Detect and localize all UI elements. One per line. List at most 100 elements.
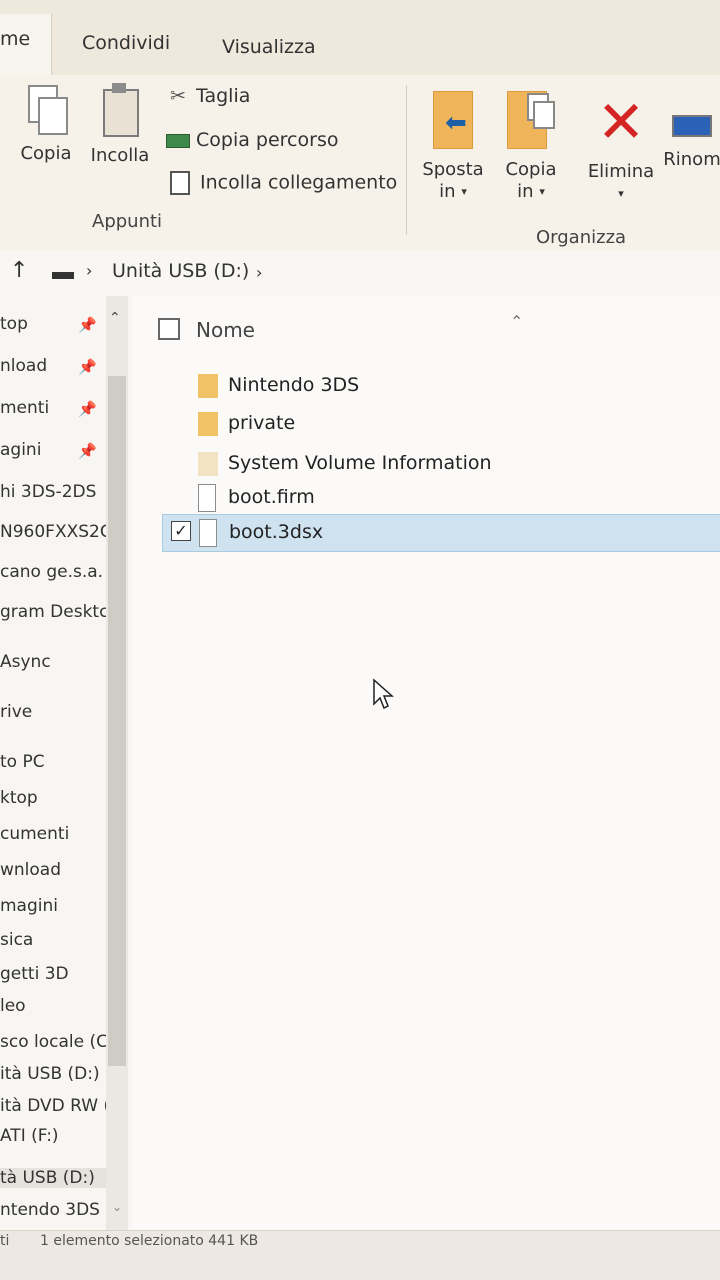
folder-icon	[198, 374, 218, 398]
select-all-checkbox[interactable]	[158, 318, 180, 340]
sort-ascending-icon: ⌃	[510, 312, 524, 331]
tab-share[interactable]: Condividi	[82, 32, 170, 54]
copy-icon	[26, 83, 68, 135]
chevron-down-icon: ▾	[539, 185, 545, 198]
nav-item-pictures-2[interactable]: magini	[0, 896, 108, 916]
nav-item-firmware[interactable]: N960FXXS2C	[0, 522, 108, 542]
chevron-right-icon[interactable]: ›	[256, 263, 262, 282]
paste-label: Incolla	[90, 145, 150, 166]
nav-item-video[interactable]: leo	[0, 996, 108, 1016]
rename-icon	[672, 115, 712, 137]
file-name: boot.firm	[228, 486, 315, 508]
move-to-icon: ⬅	[433, 91, 473, 149]
nav-item-3d-objects[interactable]: getti 3D	[0, 964, 108, 984]
navigation-pane: top 📌 nload 📌 menti 📌 agini 📌 hi 3DS-2DS…	[0, 296, 132, 1230]
nav-item-desktop-2[interactable]: ktop	[0, 788, 108, 808]
clipboard-group-label: Appunti	[92, 211, 163, 232]
cut-label: Taglia	[196, 85, 251, 107]
paste-button[interactable]: Incolla	[88, 83, 152, 167]
file-icon	[198, 484, 216, 512]
status-item-count: ti	[0, 1233, 10, 1249]
nav-item-async[interactable]: Async	[0, 652, 108, 672]
copy-path-icon	[166, 133, 190, 148]
tab-home[interactable]: me	[0, 14, 52, 76]
file-list: Nome ⌃ Nintendo 3DS private System Volum…	[132, 296, 720, 1230]
address-bar[interactable]: ↑ › Unità USB (D:) ›	[0, 250, 720, 297]
nav-item-folder[interactable]: cano ge.s.a.	[0, 562, 108, 582]
organize-group-label: Organizza	[536, 227, 627, 248]
nav-scrollbar[interactable]: ⌃ ⌄	[106, 296, 128, 1230]
copy-to-label: Copia	[505, 159, 557, 180]
ribbon: Copia Incolla ✂ Taglia Copia percorso Inc…	[0, 75, 720, 251]
ribbon-tabs: me Condividi Visualizza	[0, 0, 720, 76]
copy-path-button[interactable]: Copia percorso	[166, 129, 338, 151]
tab-view[interactable]: Visualizza	[222, 36, 316, 58]
mouse-cursor-icon	[373, 678, 394, 710]
row-checkbox[interactable]: ✓	[171, 521, 191, 541]
nav-item-usb-drive[interactable]: ità USB (D:)	[0, 1064, 108, 1084]
clipboard-icon	[101, 83, 139, 137]
list-item[interactable]: private	[162, 406, 720, 442]
copy-button[interactable]: Copia	[18, 83, 74, 165]
pin-icon[interactable]: 📌	[78, 442, 97, 460]
nav-item-dvd-drive[interactable]: ità DVD RW (E	[0, 1096, 108, 1116]
breadcrumb-drive[interactable]: Unità USB (D:)	[112, 260, 249, 282]
copy-to-button[interactable]: Copia in ▾	[500, 91, 562, 203]
list-item[interactable]: System Volume Information	[162, 446, 720, 482]
nav-item-usb-drive-root[interactable]: tà USB (D:)	[0, 1168, 108, 1188]
move-to-label: Sposta	[422, 159, 484, 180]
nav-item-download-2[interactable]: wnload	[0, 860, 108, 880]
delete-label: Elimina	[587, 161, 655, 182]
paste-shortcut-icon	[170, 171, 190, 195]
chevron-down-icon: ▾	[618, 187, 624, 200]
scissors-icon: ✂	[170, 85, 186, 107]
nav-item-music[interactable]: sica	[0, 930, 108, 950]
status-bar: ti 1 elemento selezionato 441 KB	[0, 1230, 720, 1280]
nav-item-onedrive[interactable]: rive	[0, 702, 108, 722]
copy-label: Copia	[20, 143, 72, 164]
pin-icon[interactable]: 📌	[78, 358, 97, 376]
nav-item-3ds-folder[interactable]: hi 3DS-2DS	[0, 482, 108, 502]
up-arrow-icon[interactable]: ↑	[10, 258, 28, 283]
pin-icon[interactable]: 📌	[78, 400, 97, 418]
file-name: Nintendo 3DS	[228, 374, 360, 396]
list-item-selected[interactable]: ✓ boot.3dsx	[162, 514, 720, 552]
folder-icon	[198, 412, 218, 436]
file-name: boot.3dsx	[229, 521, 324, 543]
nav-item-local-disk[interactable]: sco locale (C:)	[0, 1032, 108, 1052]
nav-item-documents-2[interactable]: cumenti	[0, 824, 108, 844]
paste-shortcut-button[interactable]: Incolla collegamento	[166, 171, 397, 195]
copy-to-label-2: in	[517, 181, 534, 202]
column-header-name[interactable]: Nome	[196, 318, 255, 342]
chevron-right-icon[interactable]: ›	[86, 261, 92, 280]
rename-label: Rinom	[663, 149, 720, 170]
copy-path-label: Copia percorso	[196, 129, 339, 151]
list-item[interactable]: Nintendo 3DS	[162, 368, 720, 404]
file-explorer-window: me Condividi Visualizza Copia Incolla ✂ T…	[0, 0, 720, 1280]
chevron-up-icon[interactable]: ⌃	[109, 310, 121, 326]
rename-button[interactable]: Rinom	[662, 93, 720, 171]
move-to-label-2: in	[439, 181, 456, 202]
drive-icon	[52, 272, 74, 279]
chevron-down-icon: ▾	[461, 185, 467, 198]
delete-x-icon: ✕	[596, 88, 646, 156]
status-selection: 1 elemento selezionato 441 KB	[40, 1233, 259, 1249]
paste-shortcut-label: Incolla collegamento	[200, 171, 398, 194]
nav-item-telegram[interactable]: gram Desktc	[0, 602, 108, 622]
file-name: private	[228, 412, 296, 434]
nav-item-data-drive[interactable]: ATI (F:)	[0, 1126, 108, 1146]
move-to-button[interactable]: ⬅ Sposta in ▾	[420, 91, 486, 203]
group-separator	[406, 85, 407, 235]
cut-button[interactable]: ✂ Taglia	[166, 85, 250, 107]
list-item[interactable]: boot.firm	[162, 480, 720, 516]
pin-icon[interactable]: 📌	[78, 316, 97, 334]
copy-to-icon	[507, 91, 555, 149]
delete-button[interactable]: ✕ Elimina ▾	[584, 93, 658, 205]
nav-scrollbar-thumb[interactable]	[108, 376, 126, 1066]
nav-item-nintendo-3ds[interactable]: ntendo 3DS	[0, 1200, 108, 1220]
file-icon	[199, 519, 217, 547]
nav-item-this-pc[interactable]: to PC	[0, 752, 108, 772]
file-name: System Volume Information	[228, 452, 492, 474]
chevron-down-icon[interactable]: ⌄	[112, 1200, 122, 1214]
hidden-folder-icon	[198, 452, 218, 476]
